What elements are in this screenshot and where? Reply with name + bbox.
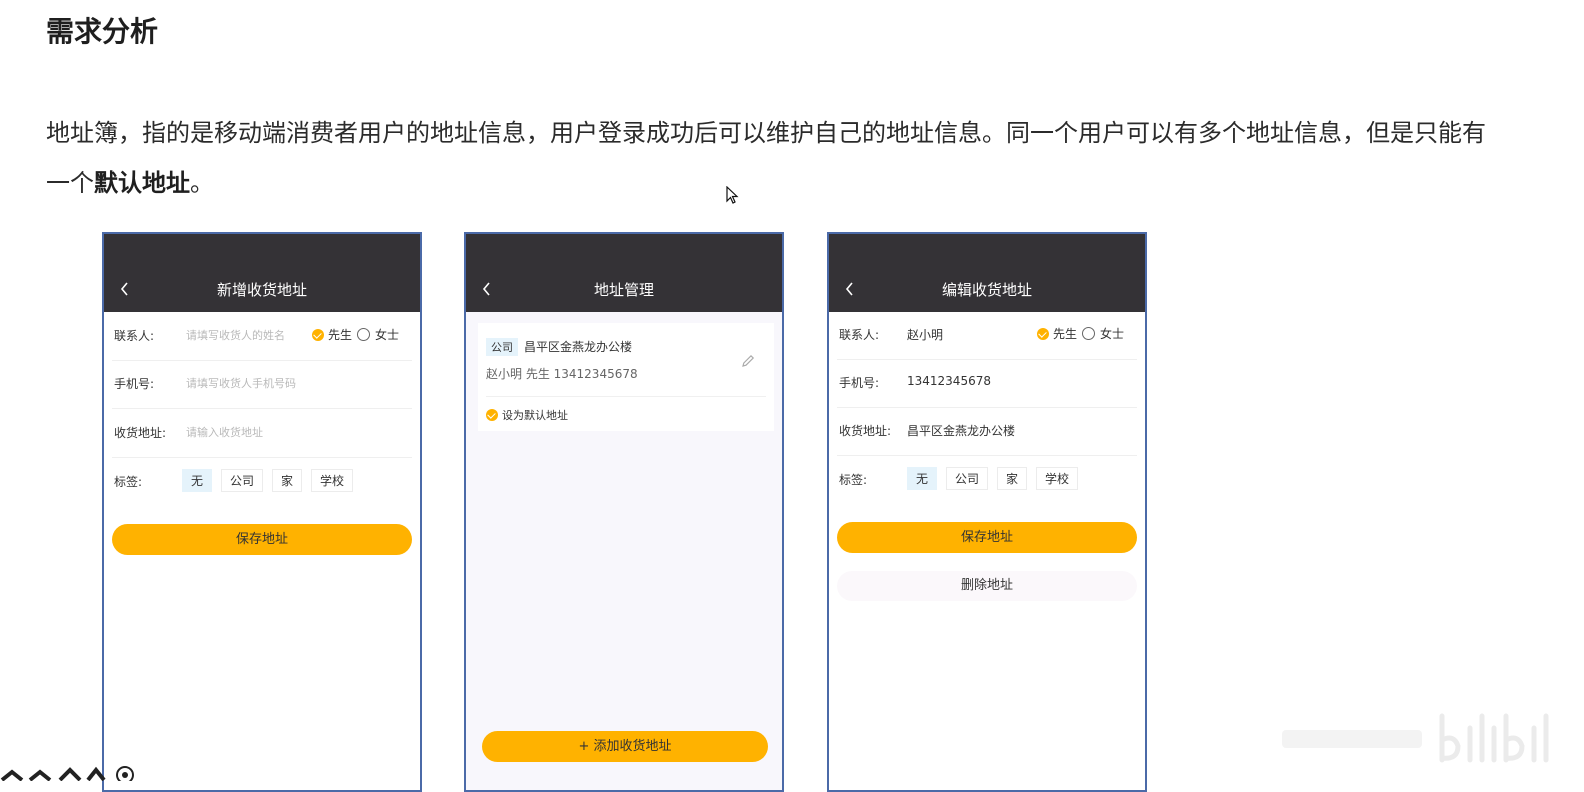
phone-add-address: 新增收货地址 联系人: 请填写收货人的姓名 先生 女士 手机号: 请填写收货人手… [102, 232, 422, 792]
phone-edit-address: 编辑收货地址 联系人: 赵小明 先生 女士 手机号: 13412345678 收… [827, 232, 1147, 792]
nav-title: 新增收货地址 [216, 281, 307, 299]
tag-list: 无 公司 家 学校 [182, 469, 354, 492]
navbar: 新增收货地址 [104, 234, 420, 312]
phone-label: 手机号: [839, 376, 880, 390]
gender-select[interactable]: 先生 女士 [1037, 325, 1127, 342]
nav-title: 编辑收货地址 [941, 281, 1032, 299]
tag-company[interactable]: 公司 [946, 467, 989, 490]
paragraph-end: 。 [190, 169, 214, 197]
edit-pencil-icon[interactable] [740, 353, 756, 369]
gender-female-label: 女士 [1100, 327, 1125, 341]
tag-school[interactable]: 学校 [311, 469, 354, 492]
address-label: 收货地址: [114, 426, 167, 440]
phone-input[interactable]: 请填写收货人手机号码 [186, 375, 296, 391]
tag-list: 无 公司 家 学校 [907, 467, 1079, 490]
contact-row: 联系人: 请填写收货人的姓名 先生 女士 [112, 312, 412, 361]
default-address-label: 设为默认地址 [502, 409, 568, 422]
phone-value[interactable]: 13412345678 [907, 374, 991, 388]
save-address-button[interactable]: 保存地址 [837, 522, 1137, 553]
radio-checked-icon[interactable] [486, 409, 498, 421]
radio-checked-icon[interactable] [312, 328, 324, 341]
tag-row: 标签: 无 公司 家 学校 [112, 458, 412, 506]
paragraph-text: 地址簿，指的是移动端消费者用户的地址信息，用户登录成功后可以维护自己的地址信息。… [46, 119, 1486, 197]
address-text: 昌平区金燕龙办公楼 [524, 340, 633, 354]
add-address-button[interactable]: + 添加收货地址 [482, 731, 768, 762]
address-contact: 赵小明 先生 13412345678 [486, 367, 638, 381]
bilibili-logo-icon [1282, 713, 1549, 763]
address-card[interactable]: 公司 昌平区金燕龙办公楼 赵小明 先生 13412345678 设为默认地址 [478, 323, 774, 431]
gender-male-label: 先生 [1053, 327, 1078, 341]
tag-none[interactable]: 无 [182, 469, 213, 492]
address-row: 收货地址: 昌平区金燕龙办公楼 [837, 407, 1137, 456]
tag-home[interactable]: 家 [997, 467, 1028, 490]
navbar: 地址管理 [466, 234, 782, 312]
tag-home[interactable]: 家 [272, 469, 303, 492]
tag-school[interactable]: 学校 [1036, 467, 1079, 490]
gender-male-label: 先生 [328, 328, 353, 342]
address-tag: 公司 [486, 338, 518, 356]
address-row: 收货地址: 请输入收货地址 [112, 409, 412, 458]
default-address-toggle[interactable]: 设为默认地址 [486, 407, 568, 423]
address-label: 收货地址: [839, 424, 892, 438]
intro-paragraph: 地址簿，指的是移动端消费者用户的地址信息，用户登录成功后可以维护自己的地址信息。… [46, 108, 1486, 208]
address-input[interactable]: 请输入收货地址 [186, 424, 263, 440]
contact-label: 联系人: [114, 329, 155, 343]
save-address-button[interactable]: 保存地址 [112, 524, 412, 555]
paragraph-bold: 默认地址 [94, 169, 190, 197]
section-title: 需求分析 [46, 15, 159, 48]
phone-address-management: 地址管理 公司 昌平区金燕龙办公楼 赵小明 先生 13412345678 设为默… [464, 232, 784, 792]
address-value[interactable]: 昌平区金燕龙办公楼 [907, 422, 1015, 439]
tag-company[interactable]: 公司 [221, 469, 264, 492]
contact-value[interactable]: 赵小明 [907, 326, 943, 343]
tag-label: 标签: [114, 475, 143, 489]
nav-title: 地址管理 [593, 281, 654, 299]
gender-female-label: 女士 [375, 328, 400, 342]
contact-input[interactable]: 请填写收货人的姓名 [186, 327, 285, 343]
radio-unchecked-icon[interactable] [1082, 327, 1096, 340]
tag-row: 标签: 无 公司 家 学校 [837, 456, 1137, 504]
contact-row: 联系人: 赵小明 先生 女士 [837, 311, 1137, 360]
delete-address-button[interactable]: 删除地址 [837, 571, 1137, 601]
contact-label: 联系人: [839, 328, 880, 342]
player-controls-icon [0, 766, 134, 781]
phone-row: 手机号: 13412345678 [837, 359, 1137, 408]
phone-label: 手机号: [114, 377, 155, 391]
phone-row: 手机号: 请填写收货人手机号码 [112, 360, 412, 409]
navbar: 编辑收货地址 [829, 234, 1145, 312]
mouse-cursor-icon [726, 186, 739, 204]
gender-select[interactable]: 先生 女士 [312, 326, 402, 343]
tag-label: 标签: [839, 473, 868, 487]
card-divider [486, 396, 766, 397]
radio-checked-icon[interactable] [1037, 327, 1049, 340]
tag-none[interactable]: 无 [907, 467, 938, 490]
radio-unchecked-icon[interactable] [357, 328, 371, 341]
